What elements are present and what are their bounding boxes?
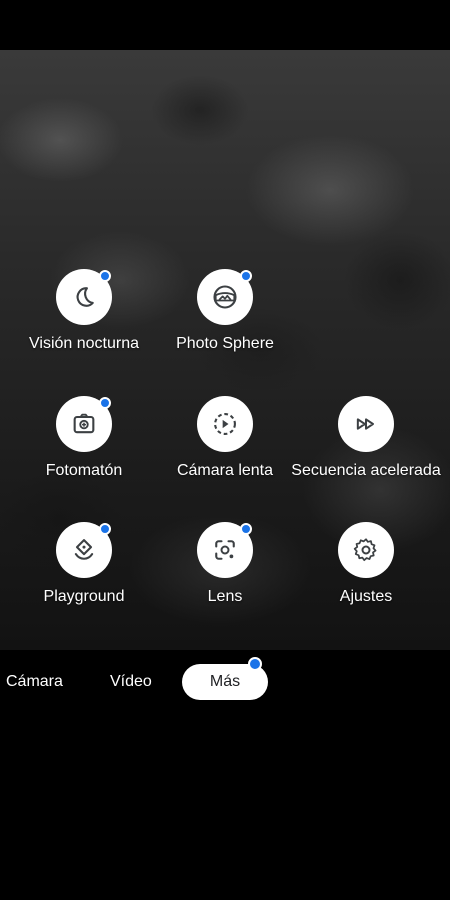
time-lapse-button[interactable] (338, 396, 394, 452)
mode-photobooth[interactable]: Fotomatón (9, 396, 159, 481)
lens-button[interactable] (197, 522, 253, 578)
mode-label: Visión nocturna (29, 335, 139, 352)
playground-button[interactable] (56, 522, 112, 578)
new-feature-badge (99, 270, 111, 282)
mode-label: Playground (43, 588, 125, 605)
slow-motion-icon (214, 413, 236, 435)
mode-label: Photo Sphere (176, 335, 274, 352)
new-feature-badge (99, 523, 111, 535)
photo-sphere-button[interactable] (197, 269, 253, 325)
fast-forward-icon (356, 418, 374, 430)
photobooth-button[interactable] (56, 396, 112, 452)
mode-night-sight[interactable]: Visión nocturna (9, 269, 159, 354)
tab-video[interactable]: Vídeo (110, 664, 152, 700)
mode-label: Ajustes (339, 588, 393, 605)
new-feature-badge (240, 270, 252, 282)
new-feature-badge (240, 523, 252, 535)
moon-icon (76, 287, 94, 307)
gear-icon (353, 538, 377, 562)
photo-sphere-icon (213, 285, 237, 309)
mode-label: Cámara lenta (176, 462, 274, 479)
mode-lens[interactable]: Lens (150, 522, 300, 607)
mode-playground[interactable]: Playground (9, 522, 159, 607)
mode-time-lapse[interactable]: Secuencia acelerada (291, 396, 441, 481)
lens-icon (215, 540, 235, 560)
mode-label: Lens (207, 588, 243, 605)
tab-camera[interactable]: Cámara (6, 664, 63, 700)
settings-button[interactable] (338, 522, 394, 578)
slow-motion-button[interactable] (197, 396, 253, 452)
mode-label: Fotomatón (45, 462, 123, 479)
mode-slow-motion[interactable]: Cámara lenta (150, 396, 300, 481)
photobooth-icon (73, 413, 95, 434)
status-bar-area (0, 0, 450, 50)
new-feature-badge (248, 657, 262, 671)
playground-icon (74, 539, 94, 560)
mode-settings[interactable]: Ajustes (291, 522, 441, 607)
mode-label: Secuencia acelerada (291, 462, 441, 479)
new-feature-badge (99, 397, 111, 409)
mode-photo-sphere[interactable]: Photo Sphere (150, 269, 300, 354)
night-sight-button[interactable] (56, 269, 112, 325)
